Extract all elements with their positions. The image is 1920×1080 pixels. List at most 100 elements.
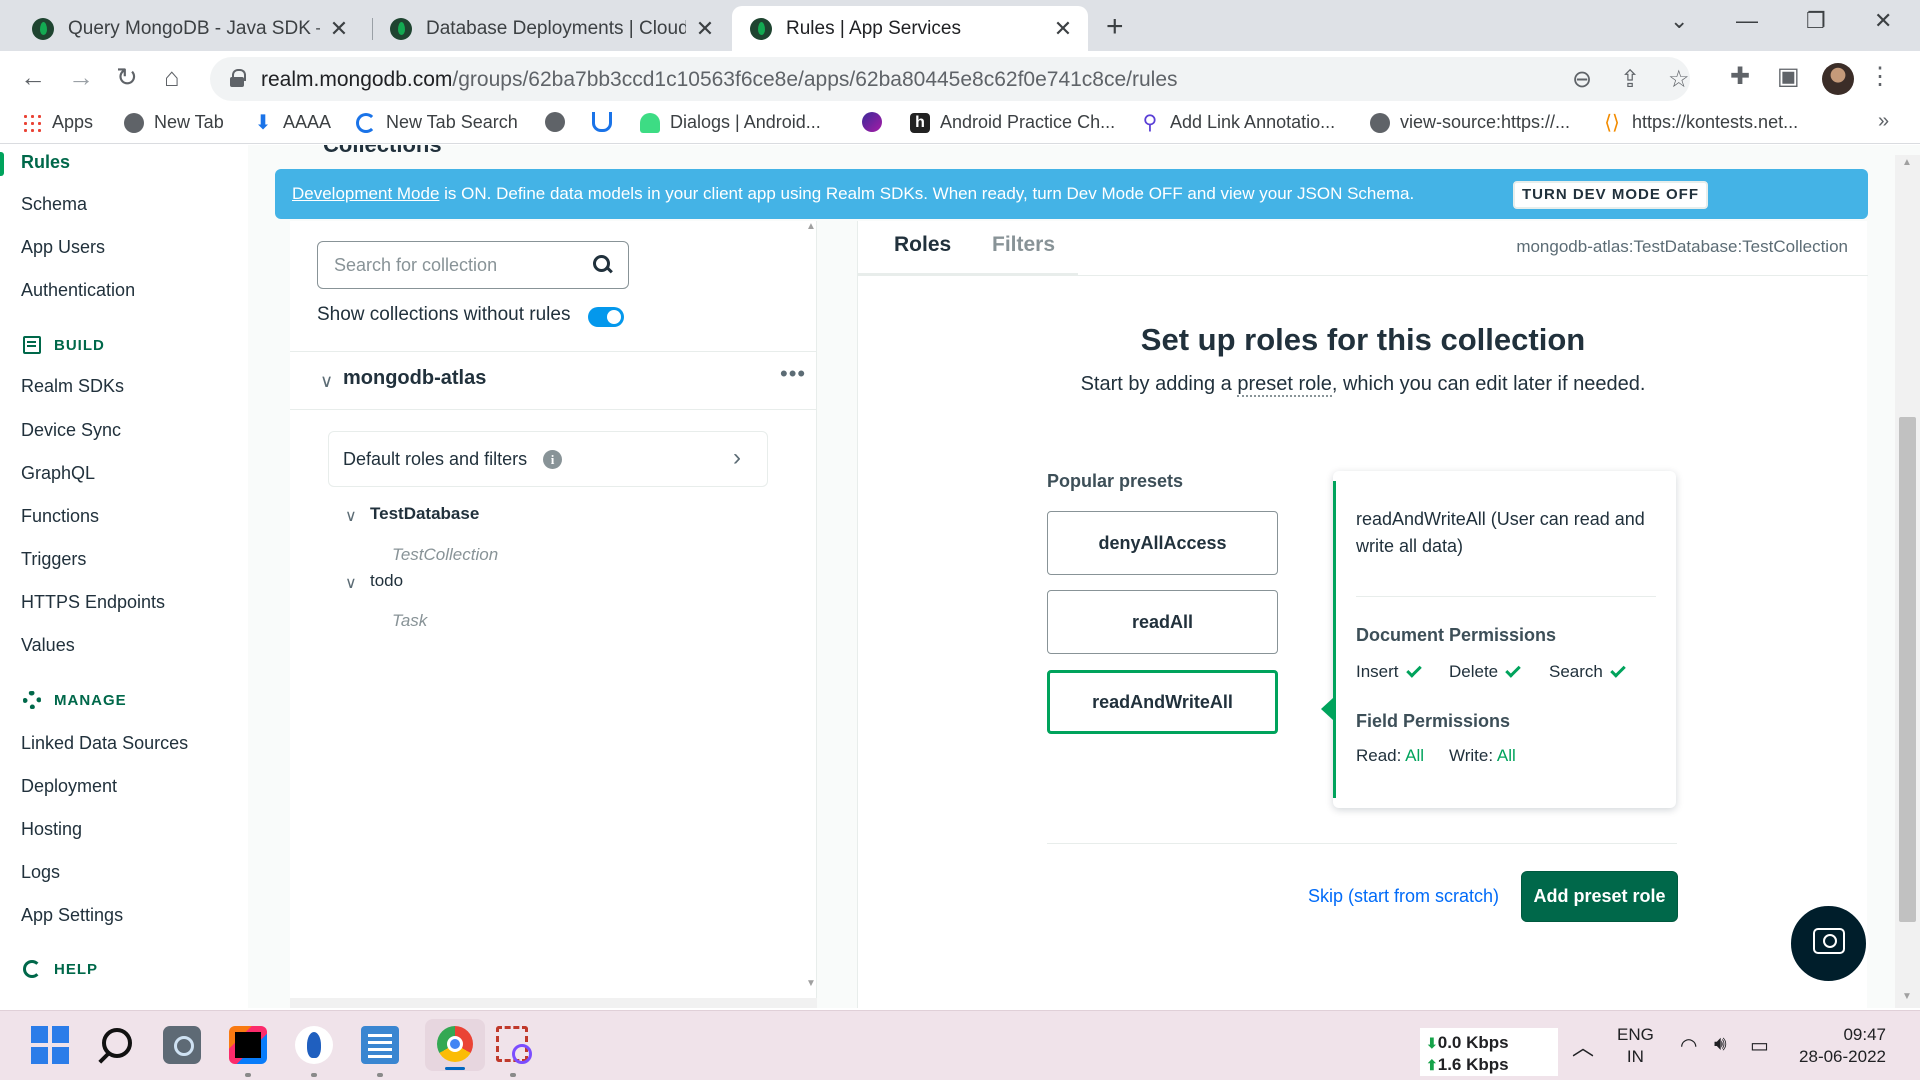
new-tab-button[interactable]: + xyxy=(1106,10,1124,44)
url-text[interactable]: realm.mongodb.com/groups/62ba7bb3ccd1c10… xyxy=(261,68,1178,92)
home-icon[interactable]: ⌂ xyxy=(164,62,180,93)
back-arrow-icon[interactable]: ← xyxy=(20,62,46,93)
windows-start-icon[interactable] xyxy=(31,1026,69,1064)
sidebar-item-schema[interactable]: Schema xyxy=(21,194,87,215)
bookmark-view-source[interactable]: view-source:https://... xyxy=(1370,112,1570,133)
bookmark-kontests[interactable]: ⟨⟩ https://kontests.net... xyxy=(1602,112,1798,133)
window-close-icon[interactable]: ✕ xyxy=(1874,8,1892,34)
system-clock[interactable]: 09:47 28-06-2022 xyxy=(1796,1024,1886,1068)
sidebar-item-realm-sdks[interactable]: Realm SDKs xyxy=(21,376,124,397)
bookmark-star-icon[interactable]: ☆ xyxy=(1668,65,1690,94)
bookmark-globe[interactable] xyxy=(545,112,575,132)
close-tab-icon[interactable]: ✕ xyxy=(1052,16,1074,42)
add-preset-role-button[interactable]: Add preset role xyxy=(1521,871,1678,922)
tray-chevron-up-icon[interactable]: ︿ xyxy=(1572,1030,1594,1062)
profile-avatar[interactable] xyxy=(1822,63,1854,95)
cluster-name[interactable]: mongodb-atlas xyxy=(343,367,486,390)
scroll-down-icon[interactable]: ▼ xyxy=(806,978,816,989)
snipping-tool-icon[interactable] xyxy=(494,1026,532,1064)
preset-deny-all-access-button[interactable]: denyAllAccess xyxy=(1047,511,1278,575)
tree-collection-testcollection[interactable]: TestCollection xyxy=(392,545,498,565)
default-roles-and-filters[interactable]: Default roles and filters i › xyxy=(328,431,768,487)
volume-icon[interactable]: 🔊︎ xyxy=(1714,1033,1727,1056)
reload-icon[interactable]: ↻ xyxy=(116,62,138,93)
zoom-icon[interactable]: ⊖ xyxy=(1572,65,1592,94)
sidebar-item-hosting[interactable]: Hosting xyxy=(21,819,82,840)
info-icon[interactable]: i xyxy=(543,450,562,469)
jetbrains-ide-icon[interactable] xyxy=(229,1026,267,1064)
sidebar-item-deployment[interactable]: Deployment xyxy=(21,776,117,797)
skip-start-from-scratch-link[interactable]: Skip (start from scratch) xyxy=(1308,886,1499,907)
lock-icon[interactable] xyxy=(230,69,246,87)
preset-read-and-write-all-button[interactable]: readAndWriteAll xyxy=(1047,670,1278,734)
preset-role-tooltip-link[interactable]: preset role xyxy=(1237,373,1332,397)
bookmark-aaaa[interactable]: ⬇ AAAA xyxy=(253,112,331,133)
chevron-down-icon[interactable]: ∨ xyxy=(345,573,357,593)
battery-icon[interactable]: ▭ xyxy=(1750,1033,1769,1058)
browser-tab-query-mongodb[interactable]: Query MongoDB - Java SDK — R ✕ xyxy=(14,6,364,51)
close-tab-icon[interactable]: ✕ xyxy=(694,16,716,42)
share-icon[interactable]: ⇪ xyxy=(1620,65,1640,94)
sidebar-item-device-sync[interactable]: Device Sync xyxy=(21,420,121,441)
horizontal-scrollbar[interactable] xyxy=(290,998,817,1008)
bookmarks-more-icon[interactable]: » xyxy=(1878,110,1889,133)
tab-filters[interactable]: Filters xyxy=(992,233,1055,257)
sidebar-item-authentication[interactable]: Authentication xyxy=(21,280,135,301)
sidebar-item-app-users[interactable]: App Users xyxy=(21,237,105,258)
page-scrollbar[interactable]: ▲ ▼ xyxy=(1895,155,1920,1008)
sidebar-item-values[interactable]: Values xyxy=(21,635,75,656)
sidebar-item-triggers[interactable]: Triggers xyxy=(21,549,86,570)
bookmark-apps[interactable]: Apps xyxy=(22,112,93,133)
sidebar-item-logs[interactable]: Logs xyxy=(21,862,60,883)
bookmark-magnet[interactable] xyxy=(592,112,622,132)
scroll-thumb[interactable] xyxy=(1899,417,1916,922)
more-options-icon[interactable]: ••• xyxy=(780,361,806,387)
bookmark-new-tab[interactable]: New Tab xyxy=(124,112,224,133)
support-chat-button[interactable] xyxy=(1788,903,1869,984)
wifi-icon[interactable]: ◠ xyxy=(1680,1033,1697,1058)
sidebar-item-https-endpoints[interactable]: HTTPS Endpoints xyxy=(21,592,165,613)
minimize-icon[interactable]: — xyxy=(1736,8,1758,34)
language-indicator[interactable]: ENG IN xyxy=(1617,1024,1654,1068)
network-speed-widget[interactable]: ⬇0.0 Kbps ⬆1.6 Kbps xyxy=(1420,1028,1558,1076)
search-icon[interactable] xyxy=(98,1026,136,1064)
scroll-up-icon[interactable]: ▲ xyxy=(1902,157,1912,168)
sidebar-item-graphql[interactable]: GraphQL xyxy=(21,463,95,484)
chevron-down-icon[interactable]: ∨ xyxy=(320,371,333,392)
bookmark-bolt[interactable] xyxy=(862,112,892,132)
sidebar-item-linked-data-sources[interactable]: Linked Data Sources xyxy=(21,733,188,754)
restore-icon[interactable]: ❐ xyxy=(1806,8,1826,34)
browser-menu-icon[interactable]: ⋮ xyxy=(1868,62,1892,91)
sidebar-item-rules[interactable]: Rules xyxy=(21,152,70,173)
turn-dev-mode-off-button[interactable]: TURN DEV MODE OFF xyxy=(1513,181,1708,209)
tree-database-testdatabase[interactable]: TestDatabase xyxy=(370,504,479,524)
tree-database-todo[interactable]: todo xyxy=(370,571,403,591)
browser-tab-rules-app-services[interactable]: Rules | App Services ✕ xyxy=(732,6,1088,51)
address-bar[interactable]: realm.mongodb.com/groups/62ba7bb3ccd1c10… xyxy=(210,57,1690,101)
bookmark-add-link-annotation[interactable]: ⚲ Add Link Annotatio... xyxy=(1140,112,1335,133)
camera-icon[interactable] xyxy=(163,1026,201,1064)
scroll-up-icon[interactable]: ▲ xyxy=(806,221,816,232)
bookmark-dialogs-android[interactable]: Dialogs | Android... xyxy=(640,112,821,133)
sidebar-item-functions[interactable]: Functions xyxy=(21,506,99,527)
preset-read-all-button[interactable]: readAll xyxy=(1047,590,1278,654)
development-mode-link[interactable]: Development Mode xyxy=(292,184,439,203)
notepad-icon[interactable] xyxy=(361,1026,399,1064)
collections-scrollbar[interactable]: ▲ ▼ xyxy=(804,221,816,1008)
close-tab-icon[interactable]: ✕ xyxy=(328,16,350,42)
side-panel-icon[interactable]: ▣ xyxy=(1777,62,1800,91)
chevron-down-icon[interactable]: ∨ xyxy=(345,506,357,526)
tab-search-chevron-icon[interactable]: ⌄ xyxy=(1670,8,1688,34)
show-collections-toggle[interactable] xyxy=(588,307,624,327)
chrome-taskbar-button[interactable] xyxy=(425,1019,485,1071)
collection-search-input[interactable] xyxy=(334,242,584,288)
scroll-down-icon[interactable]: ▼ xyxy=(1902,991,1912,1002)
extensions-puzzle-icon[interactable]: ✚ xyxy=(1730,62,1750,91)
sidebar-item-app-settings[interactable]: App Settings xyxy=(21,905,123,926)
tree-collection-task[interactable]: Task xyxy=(392,611,427,631)
bookmark-android-practice[interactable]: h Android Practice Ch... xyxy=(910,112,1115,133)
browser-tab-database-deployments[interactable]: Database Deployments | Cloud: M ✕ xyxy=(372,6,730,51)
tab-roles[interactable]: Roles xyxy=(894,233,951,257)
bookmark-new-tab-search[interactable]: New Tab Search xyxy=(356,112,518,133)
forward-arrow-icon[interactable]: → xyxy=(68,62,94,93)
